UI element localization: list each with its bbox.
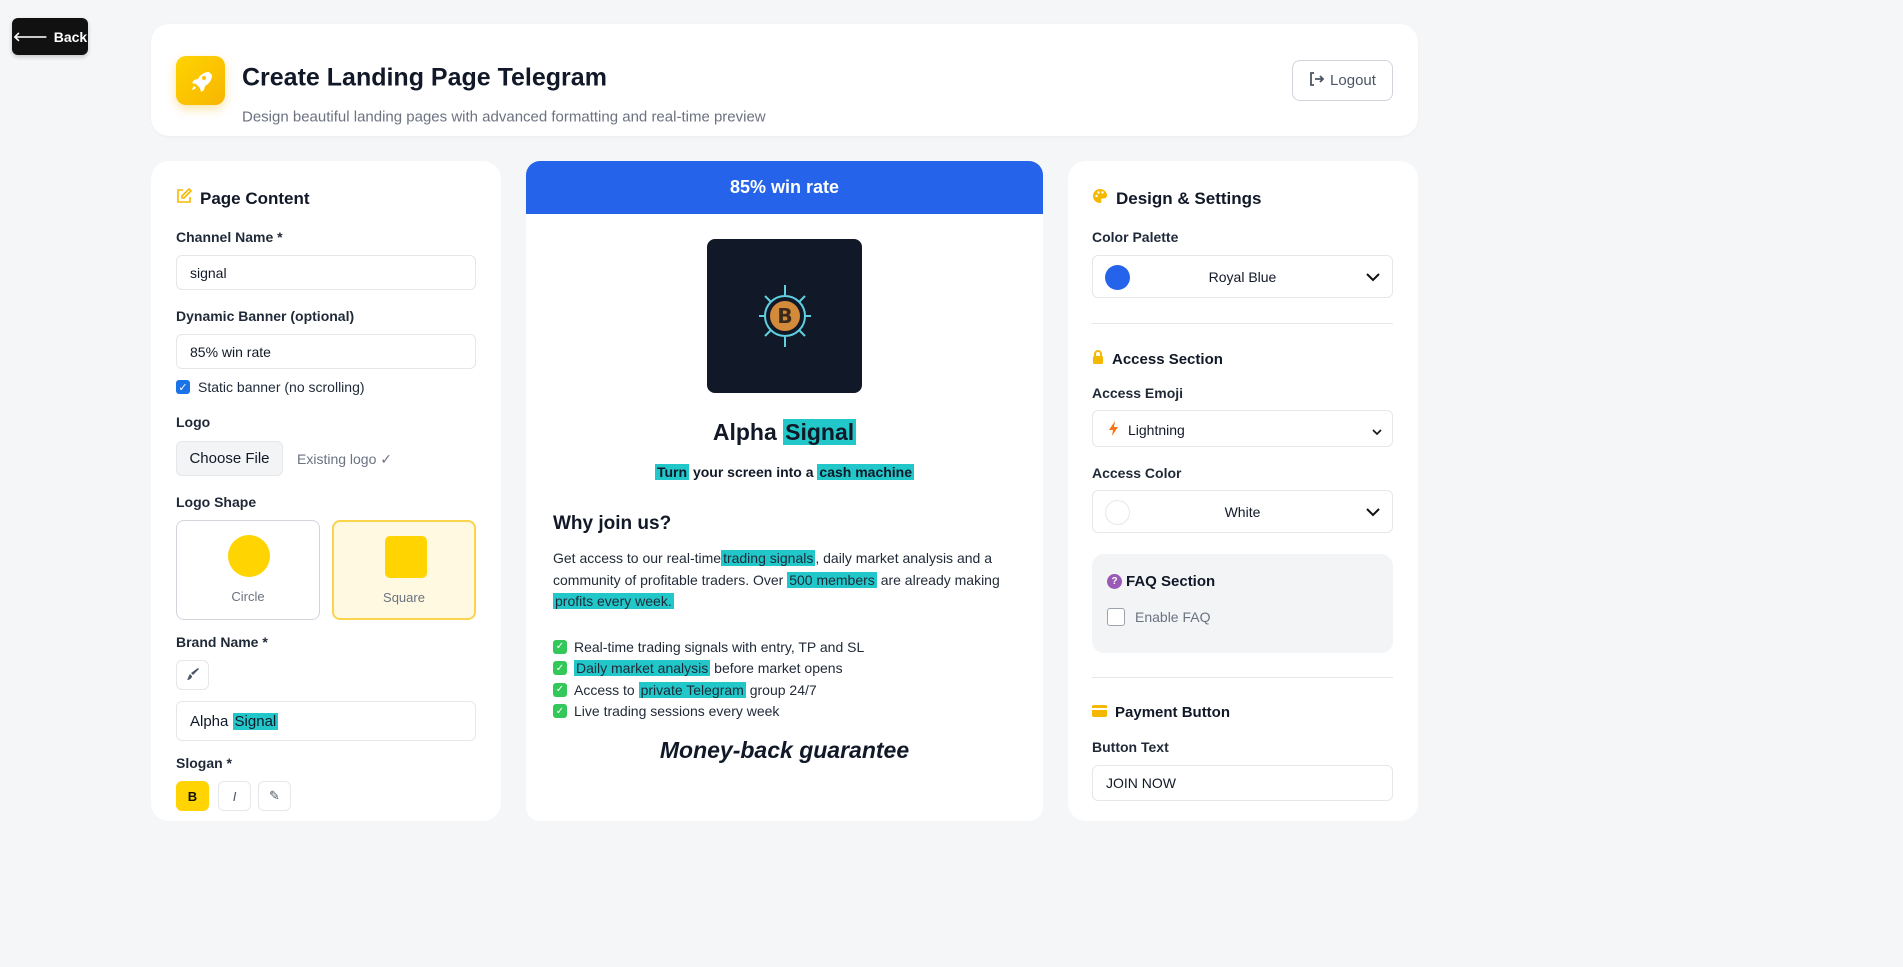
list-item: ✓ Real-time trading signals with entry, T…: [553, 636, 864, 658]
back-button[interactable]: 🡐 Back: [12, 18, 88, 55]
landing-preview: 85% win rate B Alpha Signal Turn your sc…: [526, 161, 1043, 821]
question-icon: ?: [1107, 574, 1122, 589]
shape-option-square[interactable]: Square: [332, 520, 476, 620]
logo-status: Existing logo ✓: [297, 451, 392, 467]
brand-name-input[interactable]: Alpha Signal: [176, 701, 476, 741]
design-settings-title: Design & Settings: [1092, 188, 1261, 209]
logo-shape-label: Logo Shape: [176, 494, 257, 510]
preview-brand: Alpha Signal: [712, 419, 857, 445]
check-icon: ✓: [553, 639, 567, 654]
preview-description: Get access to our real-time trading signa…: [553, 550, 1000, 609]
divider: [1092, 323, 1393, 324]
access-emoji-label: Access Emoji: [1092, 385, 1184, 401]
edit-icon: [176, 187, 193, 209]
check-icon: ✓: [553, 661, 567, 676]
brush-tool-button[interactable]: [176, 660, 209, 690]
chevron-down-icon: [1366, 504, 1380, 520]
chevron-down-icon: [1372, 423, 1382, 439]
check-icon: ✓: [553, 704, 567, 719]
color-palette-label: Color Palette: [1092, 229, 1179, 245]
access-emoji-select[interactable]: Lightning: [1092, 410, 1393, 447]
arrow-left-icon: 🡐: [12, 28, 48, 44]
button-text-input[interactable]: JOIN NOW: [1092, 765, 1393, 801]
page-content-panel: Page Content Channel Name * signal Dynam…: [151, 161, 501, 821]
credit-card-icon: [1092, 704, 1107, 721]
palette-icon: [1092, 188, 1108, 209]
button-text-label: Button Text: [1092, 739, 1169, 755]
preview-why-title: Why join us?: [553, 513, 672, 534]
choose-file-button[interactable]: Choose File: [176, 441, 283, 476]
faq-section-title: ? FAQ Section: [1107, 573, 1215, 590]
color-palette-select[interactable]: Royal Blue: [1092, 255, 1393, 298]
banner-input[interactable]: 85% win rate: [176, 334, 476, 369]
channel-name-label: Channel Name *: [176, 229, 283, 245]
bold-tool-button[interactable]: B: [176, 781, 209, 811]
page-subtitle: Design beautiful landing pages with adva…: [242, 108, 766, 126]
logout-label: Logout: [1330, 72, 1376, 89]
page-title: Create Landing Page Telegram: [242, 63, 607, 92]
back-label: Back: [53, 28, 88, 45]
list-item: ✓ Daily market analysis before market ope…: [553, 658, 864, 680]
brush-tool-button-slogan[interactable]: ✎: [258, 781, 291, 811]
lightning-icon: [1109, 421, 1118, 439]
bitcoin-logo: B: [707, 239, 862, 393]
logout-button[interactable]: Logout: [1292, 60, 1393, 101]
access-section-title: Access Section: [1092, 350, 1223, 368]
italic-tool-button[interactable]: I: [218, 781, 251, 811]
list-item: ✓ Live trading sessions every week: [553, 701, 864, 723]
check-icon: ✓: [553, 682, 567, 697]
svg-text:B: B: [777, 304, 792, 328]
slogan-label: Slogan *: [176, 755, 233, 771]
lock-icon: [1092, 350, 1104, 368]
logo-label: Logo: [176, 414, 211, 430]
brush-icon: [186, 667, 200, 684]
preview-banner: 85% win rate: [526, 161, 1043, 214]
logout-icon: [1309, 71, 1325, 90]
checkbox-box: [1107, 608, 1125, 626]
divider: [1092, 677, 1393, 678]
preview-guarantee: Money-back guarantee: [659, 737, 910, 763]
faq-section: ? FAQ Section Enable FAQ: [1092, 554, 1393, 653]
payment-button-title: Payment Button: [1092, 704, 1230, 721]
shape-option-circle[interactable]: Circle: [176, 520, 320, 620]
access-color-select[interactable]: White: [1092, 490, 1393, 533]
channel-name-input[interactable]: signal: [176, 255, 476, 290]
access-color-label: Access Color: [1092, 465, 1182, 481]
static-banner-checkbox[interactable]: ✓ Static banner (no scrolling): [176, 379, 365, 395]
checkmark-icon: ✓: [176, 380, 190, 394]
chevron-down-icon: [1366, 269, 1380, 285]
preview-benefits-list: ✓ Real-time trading signals with entry, T…: [553, 636, 864, 722]
design-settings-panel: Design & Settings Color Palette Royal Bl…: [1068, 161, 1418, 821]
banner-label: Dynamic Banner (optional): [176, 308, 355, 324]
rocket-icon: [176, 56, 225, 105]
square-shape-icon: [385, 536, 427, 578]
circle-shape-icon: [228, 535, 270, 577]
enable-faq-checkbox[interactable]: Enable FAQ: [1107, 608, 1211, 626]
preview-slogan: Turn your screen into a cash machine: [654, 464, 915, 480]
page-header: Create Landing Page Telegram Design beau…: [151, 24, 1418, 136]
page-content-title: Page Content: [176, 187, 310, 209]
brand-name-label: Brand Name *: [176, 634, 268, 650]
list-item: ✓ Access to private Telegram group 24/7: [553, 679, 864, 701]
